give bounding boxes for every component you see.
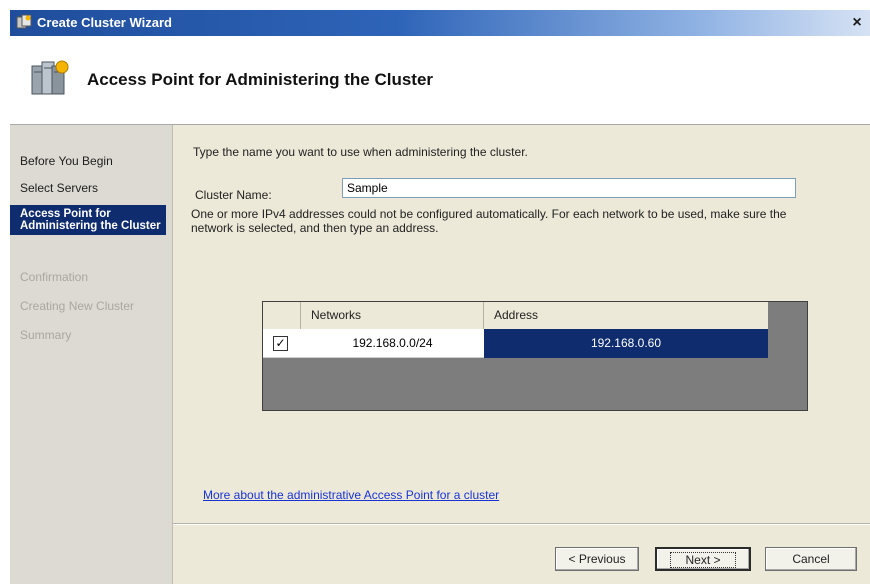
step-creating-new-cluster: Creating New Cluster <box>20 299 135 313</box>
step-select-servers[interactable]: Select Servers <box>10 182 166 195</box>
close-button[interactable]: × <box>848 14 866 31</box>
cancel-button[interactable]: Cancel <box>765 547 857 571</box>
network-cell: 192.168.0.0/24 <box>352 336 433 350</box>
title-bar: Create Cluster Wizard × <box>10 10 870 36</box>
page-title: Access Point for Administering the Clust… <box>87 70 434 89</box>
grid-header-check <box>263 302 301 329</box>
cluster-name-label: Cluster Name: <box>195 188 272 202</box>
close-icon: × <box>852 14 862 31</box>
wizard-content: Type the name you want to use when admin… <box>173 125 870 584</box>
grid-header: Networks Address <box>263 302 768 329</box>
wizard-steps: Before You Begin Select Servers Access P… <box>10 125 173 584</box>
step-access-point[interactable]: Access Point for Administering the Clust… <box>10 205 166 235</box>
cluster-servers-icon <box>31 60 69 95</box>
previous-button[interactable]: < Previous <box>555 547 639 571</box>
next-button[interactable]: Next > <box>655 547 751 571</box>
help-link[interactable]: More about the administrative Access Poi… <box>203 488 499 502</box>
network-grid: Networks Address ✓ 192.168.0.0/24 192.16… <box>262 301 808 411</box>
cluster-name-input[interactable] <box>342 178 796 198</box>
wizard-window: Create Cluster Wizard × Access Point for… <box>10 10 870 584</box>
wizard-header: Access Point for Administering the Clust… <box>10 36 870 125</box>
ipv4-note: One or more IPv4 addresses could not be … <box>191 207 787 235</box>
table-row[interactable]: ✓ 192.168.0.0/24 192.168.0.60 <box>263 329 768 358</box>
step-summary: Summary <box>20 328 72 342</box>
next-button-label: Next > <box>670 552 736 568</box>
step-confirmation: Confirmation <box>20 270 89 284</box>
cluster-wizard-icon <box>16 14 32 29</box>
network-checkbox[interactable]: ✓ <box>273 336 288 351</box>
instruction-text: Type the name you want to use when admin… <box>193 145 528 159</box>
col-address[interactable]: Address <box>484 302 768 329</box>
col-networks[interactable]: Networks <box>301 302 484 329</box>
button-divider <box>173 523 870 525</box>
step-before-you-begin[interactable]: Before You Begin <box>10 155 166 168</box>
row-check-cell: ✓ <box>263 329 301 358</box>
window-title: Create Cluster Wizard <box>37 15 172 30</box>
address-cell[interactable]: 192.168.0.60 <box>484 329 768 358</box>
